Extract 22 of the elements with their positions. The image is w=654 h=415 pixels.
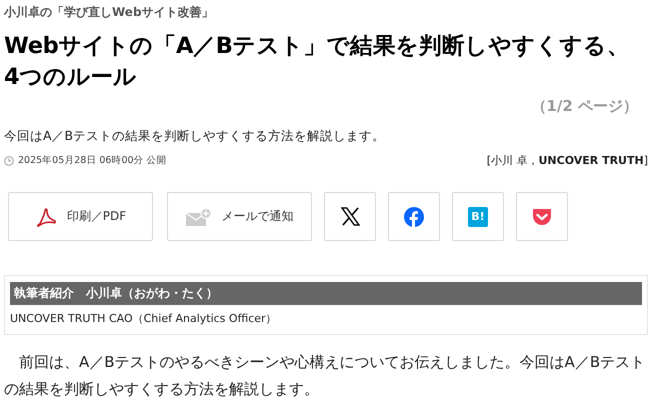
author-heading: 執筆者紹介 小川卓（おがわ・たく） <box>10 282 642 305</box>
print-pdf-button[interactable]: 印刷／PDF <box>8 192 153 241</box>
x-share-button[interactable] <box>324 192 376 241</box>
mail-notify-button[interactable]: メールで通知 <box>167 192 312 241</box>
publish-date: 2025年05月28日 06時00分 公開 <box>18 154 167 167</box>
clock-icon <box>4 156 14 166</box>
facebook-share-button[interactable] <box>388 192 440 241</box>
hatena-icon: B! <box>468 206 488 226</box>
author-title: UNCOVER TRUTH CAO（Chief Analytics Officer） <box>10 311 278 326</box>
pocket-icon <box>532 208 552 226</box>
x-logo-icon <box>340 207 360 226</box>
pocket-share-button[interactable] <box>516 192 568 241</box>
article-title: Webサイトの「A／Bテスト」で結果を判断しやすくする、 <box>4 32 630 61</box>
facebook-icon <box>404 206 424 226</box>
acrobat-icon <box>34 206 57 228</box>
page-indicator: （1/2 ページ） <box>531 97 638 116</box>
lead-text: 今回はA／Bテストの結果を判断しやすくする方法を解説します。 <box>4 128 386 145</box>
article-title: 4つのルール <box>4 63 137 92</box>
body-text: 前回は、A／Bテストのやるべきシーンや心構えについてお伝えしました。今回はA／Bテストの結果を判断しやすくする方法を解説します。 <box>4 352 646 400</box>
byline: [小川 卓，UNCOVER TRUTH] <box>486 153 648 168</box>
mail-plus-icon <box>186 208 212 226</box>
series-title: 小川卓の「学び直しWebサイト改善」 <box>4 4 215 21</box>
